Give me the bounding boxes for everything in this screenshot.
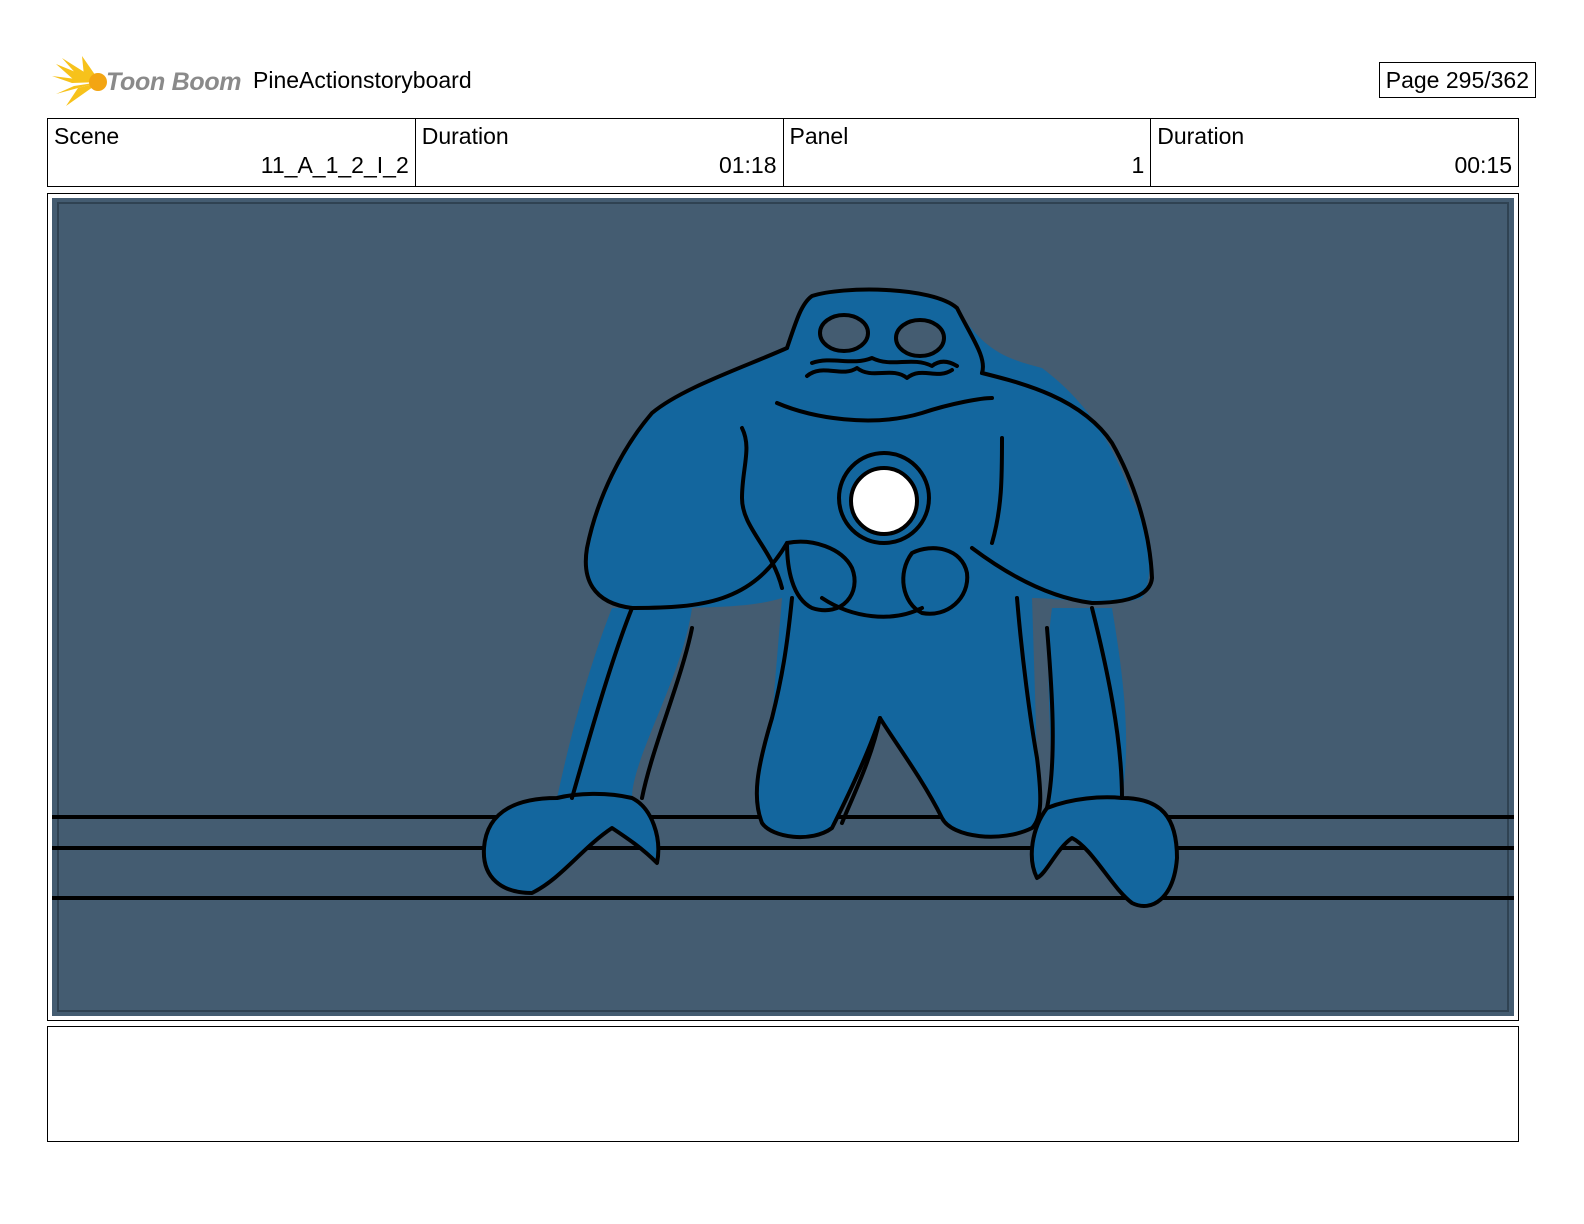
scene-duration-cell: Duration 01:18 bbox=[416, 119, 784, 186]
scene-label: Scene bbox=[54, 123, 120, 149]
toon-boom-logo: Toon Boom bbox=[52, 56, 242, 106]
page-header: Toon Boom PineActionstoryboard Page 295/… bbox=[48, 52, 1538, 108]
scene-value: 11_A_1_2_I_2 bbox=[260, 152, 409, 178]
panel-value: 1 bbox=[1131, 152, 1145, 178]
page-number: Page 295/362 bbox=[1378, 62, 1536, 98]
scene-duration-label: Duration bbox=[421, 123, 509, 149]
project-title: PineActionstoryboard bbox=[253, 67, 472, 93]
logo-text: Toon Boom bbox=[106, 68, 242, 96]
starburst-icon bbox=[52, 56, 107, 106]
panel-duration-value: 00:15 bbox=[1454, 152, 1512, 178]
scene-duration-value: 01:18 bbox=[718, 152, 777, 178]
scene-cell: Scene 11_A_1_2_I_2 bbox=[48, 119, 416, 186]
panel-label: Panel bbox=[789, 123, 849, 149]
storyboard-panel bbox=[47, 193, 1519, 1021]
panel-duration-cell: Duration 00:15 bbox=[1151, 119, 1518, 186]
scene-info-table: Scene 11_A_1_2_I_2 Duration 01:18 Panel … bbox=[47, 118, 1519, 187]
panel-notes-box bbox=[47, 1026, 1519, 1142]
panel-drawing bbox=[52, 198, 1514, 1016]
panel-duration-label: Duration bbox=[1157, 123, 1245, 149]
panel-cell: Panel 1 bbox=[784, 119, 1152, 186]
